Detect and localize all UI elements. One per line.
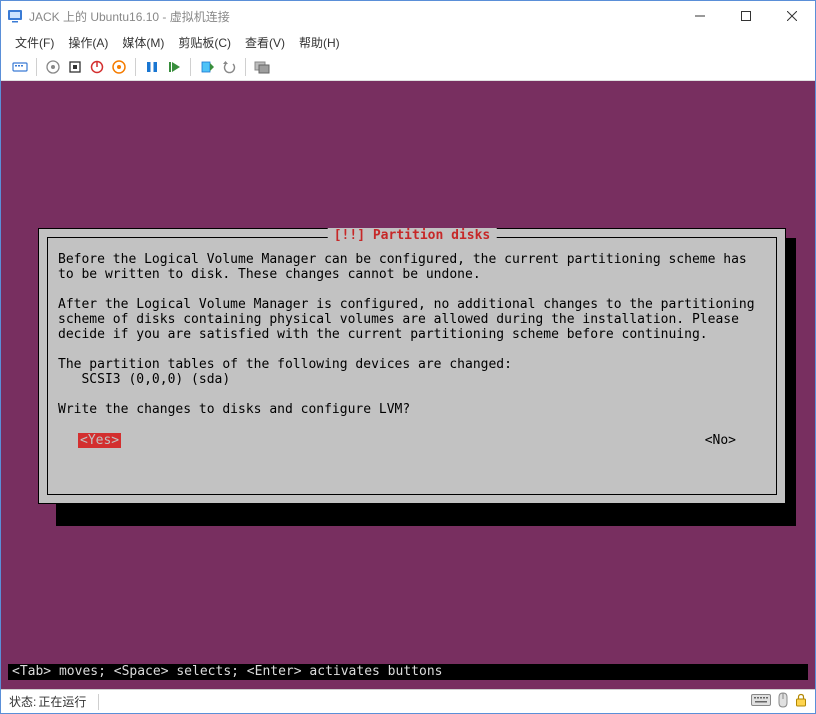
dialog-para2: After the Logical Volume Manager is conf… bbox=[58, 297, 762, 342]
dialog-question: Write the changes to disks and configure… bbox=[58, 402, 410, 417]
maximize-button[interactable] bbox=[723, 1, 769, 31]
close-button[interactable] bbox=[769, 1, 815, 31]
toolbar bbox=[1, 53, 815, 81]
titlebar-left: JACK 上的 Ubuntu16.10 - 虚拟机连接 bbox=[7, 8, 230, 25]
yes-button[interactable]: <Yes> bbox=[78, 433, 121, 448]
toolbar-separator bbox=[245, 58, 246, 76]
start-icon[interactable] bbox=[44, 58, 62, 76]
menu-clipboard[interactable]: 剪贴板(C) bbox=[172, 32, 237, 53]
status-value: 正在运行 bbox=[38, 693, 86, 710]
menu-help[interactable]: 帮助(H) bbox=[293, 32, 346, 53]
enhanced-session-icon[interactable] bbox=[253, 58, 271, 76]
menubar: 文件(F) 操作(A) 媒体(M) 剪贴板(C) 查看(V) 帮助(H) bbox=[1, 31, 815, 53]
menu-media[interactable]: 媒体(M) bbox=[116, 32, 170, 53]
toolbar-separator bbox=[36, 58, 37, 76]
dialog-buttons: <Yes> <No> bbox=[48, 433, 776, 448]
vm-connection-window: JACK 上的 Ubuntu16.10 - 虚拟机连接 文件(F) 操作(A) … bbox=[0, 0, 816, 714]
partition-dialog: [!!] Partition disks Before the Logical … bbox=[38, 228, 786, 504]
minimize-button[interactable] bbox=[677, 1, 723, 31]
window-title: JACK 上的 Ubuntu16.10 - 虚拟机连接 bbox=[29, 8, 230, 25]
menu-file[interactable]: 文件(F) bbox=[9, 32, 60, 53]
dialog-para1: Before the Logical Volume Manager can be… bbox=[58, 252, 755, 282]
turn-off-icon[interactable] bbox=[66, 58, 84, 76]
dialog-para3: The partition tables of the following de… bbox=[58, 357, 512, 372]
keyboard-icon bbox=[751, 693, 771, 710]
shutdown-icon[interactable] bbox=[88, 58, 106, 76]
reset-icon[interactable] bbox=[165, 58, 183, 76]
titlebar: JACK 上的 Ubuntu16.10 - 虚拟机连接 bbox=[1, 1, 815, 31]
menu-action[interactable]: 操作(A) bbox=[62, 32, 114, 53]
statusbar: 状态: 正在运行 bbox=[1, 689, 815, 713]
status-left: 状态: 正在运行 bbox=[9, 693, 189, 710]
mouse-icon bbox=[777, 692, 789, 711]
checkpoint-icon[interactable] bbox=[198, 58, 216, 76]
app-icon bbox=[7, 8, 23, 24]
dialog-title: [!!] Partition disks bbox=[328, 228, 497, 243]
no-button[interactable]: <No> bbox=[705, 433, 736, 448]
status-label: 状态: bbox=[9, 693, 36, 710]
dialog-device: SCSI3 (0,0,0) (sda) bbox=[58, 372, 230, 387]
dialog-body: Before the Logical Volume Manager can be… bbox=[48, 238, 776, 427]
save-icon[interactable] bbox=[110, 58, 128, 76]
status-icons bbox=[751, 692, 807, 711]
ctrl-alt-del-icon[interactable] bbox=[11, 58, 29, 76]
window-controls bbox=[677, 1, 815, 31]
installer-hint-bar: <Tab> moves; <Space> selects; <Enter> ac… bbox=[8, 664, 808, 680]
menu-view[interactable]: 查看(V) bbox=[239, 32, 291, 53]
status-separator bbox=[98, 694, 99, 710]
guest-screen: [!!] Partition disks Before the Logical … bbox=[8, 90, 808, 680]
vm-display-area[interactable]: [!!] Partition disks Before the Logical … bbox=[1, 81, 815, 689]
toolbar-separator bbox=[135, 58, 136, 76]
lock-icon bbox=[795, 693, 807, 710]
pause-icon[interactable] bbox=[143, 58, 161, 76]
dialog-inner-border: [!!] Partition disks Before the Logical … bbox=[47, 237, 777, 495]
toolbar-separator bbox=[190, 58, 191, 76]
revert-icon[interactable] bbox=[220, 58, 238, 76]
